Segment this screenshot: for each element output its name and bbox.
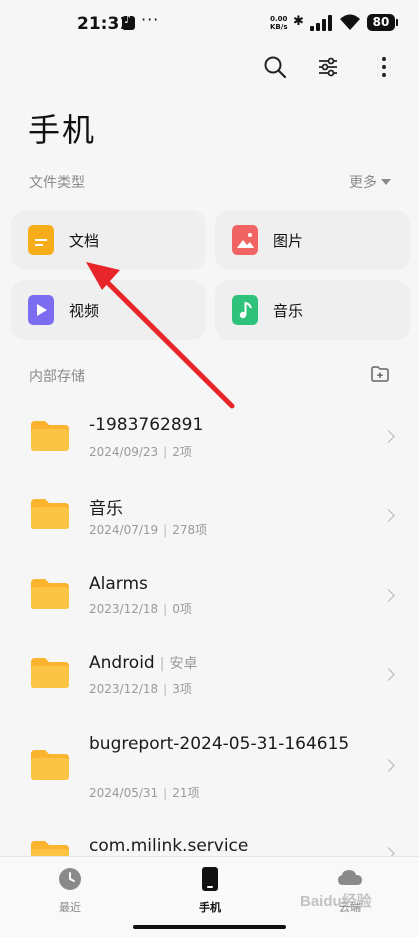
folder-count: 2项 bbox=[172, 445, 192, 459]
type-card-videos[interactable]: 视频 bbox=[11, 280, 206, 340]
net-speed-value: 0.00 bbox=[270, 15, 288, 23]
type-card-images[interactable]: 图片 bbox=[215, 210, 410, 270]
signal-icon bbox=[310, 15, 332, 31]
folder-count: 3项 bbox=[172, 682, 192, 696]
folder-date: 2024/07/19 bbox=[89, 523, 159, 537]
folder-tag: 安卓 bbox=[169, 656, 198, 672]
type-card-music[interactable]: 音乐 bbox=[215, 280, 410, 340]
folder-icon bbox=[31, 841, 69, 857]
type-card-label: 图片 bbox=[273, 232, 304, 250]
chevron-right-icon bbox=[382, 589, 395, 602]
watermark: Baidu经验 bbox=[300, 893, 372, 910]
folder-count: 278项 bbox=[172, 523, 208, 537]
folder-icon bbox=[31, 499, 69, 529]
internal-storage-label: 内部存储 bbox=[29, 369, 85, 385]
folder-meta: 2023/12/18 | 0项 bbox=[89, 602, 192, 616]
cloud-icon bbox=[338, 870, 362, 885]
more-options-button[interactable] bbox=[369, 52, 399, 82]
home-indicator[interactable] bbox=[133, 925, 286, 929]
folder-row[interactable]: -1983762891 2024/09/23 | 2项 bbox=[0, 400, 419, 478]
folder-date: 2024/09/23 bbox=[89, 445, 159, 459]
type-card-documents[interactable]: 文档 bbox=[11, 210, 206, 270]
type-card-label: 音乐 bbox=[273, 302, 304, 320]
battery-indicator: 80 bbox=[367, 14, 398, 31]
folder-meta: 2023/12/18 | 3项 bbox=[89, 682, 192, 696]
folder-name: Android bbox=[89, 653, 155, 673]
folder-date: 2023/12/18 bbox=[89, 682, 159, 696]
folder-name: com.milink.service bbox=[89, 836, 249, 856]
phone-icon bbox=[202, 867, 218, 891]
folder-count: 21项 bbox=[172, 786, 200, 800]
nav-label: 最近 bbox=[59, 901, 81, 914]
folder-name: bugreport-2024-05-31-164615 bbox=[89, 734, 350, 754]
type-card-label: 文档 bbox=[69, 232, 100, 250]
image-icon bbox=[232, 225, 258, 255]
folder-icon bbox=[31, 579, 69, 609]
filter-button[interactable] bbox=[313, 52, 343, 82]
tiktok-notification-icon bbox=[122, 13, 135, 30]
chevron-right-icon bbox=[382, 430, 395, 443]
search-button[interactable] bbox=[260, 52, 290, 82]
chevron-down-icon bbox=[381, 179, 391, 185]
chevron-right-icon bbox=[382, 668, 395, 681]
new-folder-icon[interactable] bbox=[371, 366, 389, 382]
folder-row[interactable]: com.milink.service bbox=[0, 827, 419, 857]
chevron-right-icon bbox=[382, 759, 395, 772]
folder-meta: 2024/07/19 | 278项 bbox=[89, 523, 208, 537]
folder-count: 0项 bbox=[172, 602, 192, 616]
folder-icon bbox=[31, 421, 69, 451]
nav-label: 手机 bbox=[199, 901, 221, 914]
document-icon bbox=[28, 225, 54, 255]
search-icon bbox=[264, 56, 287, 79]
folder-icon bbox=[31, 750, 69, 780]
bluetooth-icon: ✱ bbox=[293, 14, 304, 29]
chevron-right-icon bbox=[382, 509, 395, 522]
folder-date: 2024/05/31 bbox=[89, 786, 159, 800]
more-types-label: 更多 bbox=[349, 175, 377, 191]
folder-name-line: Android | 安卓 bbox=[89, 653, 198, 673]
folder-name: Alarms bbox=[89, 574, 148, 594]
folder-date: 2023/12/18 bbox=[89, 602, 159, 616]
status-bar: 21:31 ··· 0.00 KB/s ✱ 80 bbox=[0, 0, 419, 50]
music-icon bbox=[232, 295, 258, 325]
video-icon bbox=[28, 295, 54, 325]
filter-icon bbox=[319, 57, 337, 77]
wifi-icon bbox=[340, 14, 360, 30]
more-types-button[interactable]: 更多 bbox=[349, 172, 391, 192]
nav-item-recent[interactable]: 最近 bbox=[30, 867, 110, 915]
folder-row[interactable]: Alarms 2023/12/18 | 0项 bbox=[0, 558, 419, 637]
folder-icon bbox=[31, 658, 69, 688]
clock-icon bbox=[59, 868, 81, 890]
nav-item-phone[interactable]: 手机 bbox=[170, 867, 250, 915]
folder-name: 音乐 bbox=[89, 499, 123, 519]
folder-row[interactable]: bugreport-2024-05-31-164615 2024/05/31 | 2… bbox=[0, 717, 419, 827]
folder-meta: 2024/05/31 | 21项 bbox=[89, 786, 200, 800]
folder-row[interactable]: 音乐 2024/07/19 | 278项 bbox=[0, 478, 419, 558]
folder-meta: 2024/09/23 | 2项 bbox=[89, 445, 192, 459]
more-notifications-icon: ··· bbox=[141, 10, 160, 29]
net-speed-indicator: 0.00 KB/s bbox=[270, 15, 287, 31]
file-types-label: 文件类型 bbox=[29, 175, 85, 191]
net-speed-unit: KB/s bbox=[270, 23, 288, 31]
folder-row[interactable]: Android | 安卓 2023/12/18 | 3项 bbox=[0, 637, 419, 717]
more-vertical-icon bbox=[382, 57, 386, 77]
type-card-label: 视频 bbox=[69, 302, 100, 320]
folder-name: -1983762891 bbox=[89, 415, 204, 435]
page-title: 手机 bbox=[28, 111, 97, 149]
